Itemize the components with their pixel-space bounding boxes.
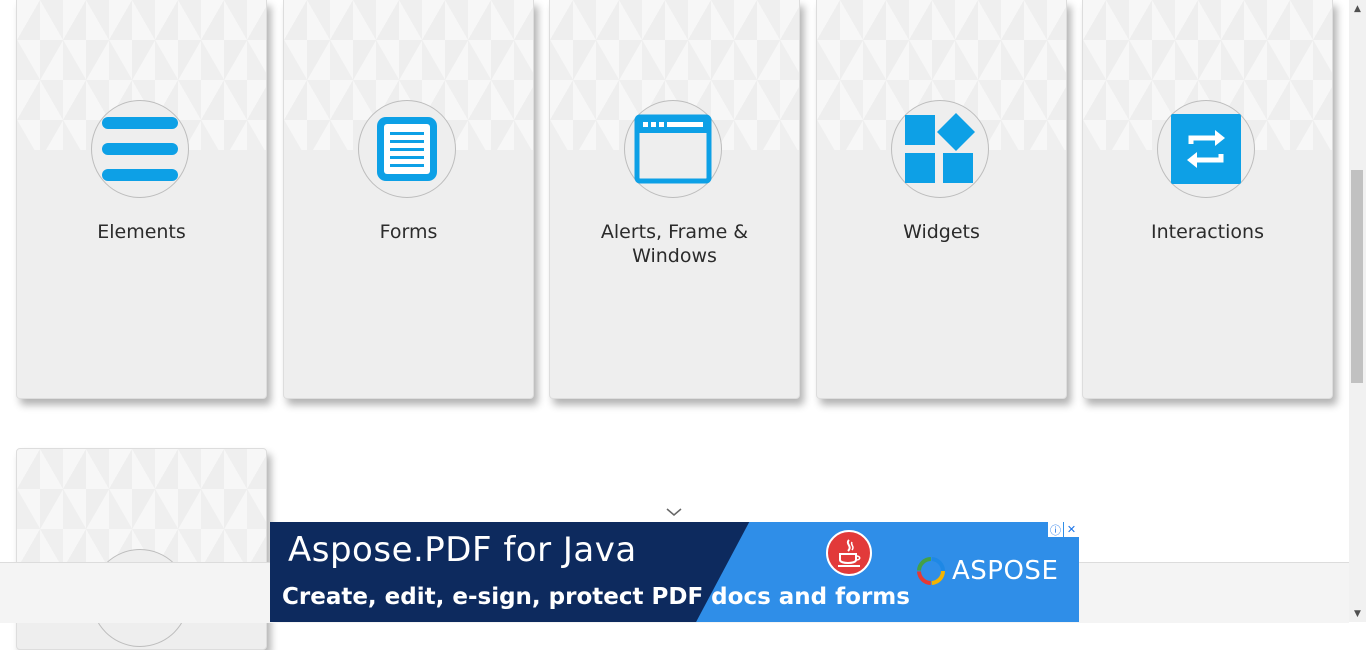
card-interactions[interactable]: Interactions	[1082, 0, 1333, 399]
card-widgets[interactable]: Widgets	[816, 0, 1067, 399]
scroll-thumb[interactable]	[1351, 170, 1363, 383]
ad-title: Aspose.PDF for Java	[288, 530, 637, 570]
card-elements[interactable]: Elements	[16, 0, 267, 399]
document-icon	[377, 117, 437, 181]
window-icon	[634, 114, 712, 184]
aspose-swirl-icon	[917, 557, 945, 585]
ad-controls: ⓘ ✕	[1048, 522, 1079, 537]
vertical-scrollbar[interactable]: ▲ ▼	[1349, 0, 1366, 622]
aspose-logo: ASPOSE	[916, 556, 1058, 586]
chevron-down-icon[interactable]	[665, 506, 683, 518]
swap-icon	[1171, 114, 1241, 184]
card-forms[interactable]: Forms	[283, 0, 534, 399]
aspose-logo-text: ASPOSE	[952, 556, 1059, 586]
widgets-icon	[905, 113, 975, 183]
java-logo-icon	[826, 530, 872, 576]
card-avatar	[624, 100, 722, 198]
scroll-up-arrow[interactable]: ▲	[1349, 0, 1366, 17]
scroll-down-arrow[interactable]: ▼	[1349, 605, 1366, 622]
card-avatar	[91, 100, 189, 198]
card-alerts-frame-windows[interactable]: Alerts, Frame & Windows	[549, 0, 800, 399]
card-title: Forms	[379, 221, 438, 243]
ad-close-icon[interactable]: ✕	[1064, 522, 1079, 537]
ad-subtitle: Create, edit, e-sign, protect PDF docs a…	[282, 584, 910, 610]
ad-banner[interactable]: Aspose.PDF for Java Create, edit, e-sign…	[270, 522, 1079, 622]
card-title: Widgets	[903, 221, 980, 243]
list-icon	[102, 117, 178, 181]
card-title: Alerts, Frame & Windows	[600, 221, 749, 267]
card-avatar	[358, 100, 456, 198]
card-avatar	[891, 100, 989, 198]
card-avatar	[1157, 100, 1255, 198]
card-title: Elements	[97, 221, 186, 243]
ad-info-icon[interactable]: ⓘ	[1048, 522, 1063, 537]
card-title: Interactions	[1151, 221, 1264, 243]
